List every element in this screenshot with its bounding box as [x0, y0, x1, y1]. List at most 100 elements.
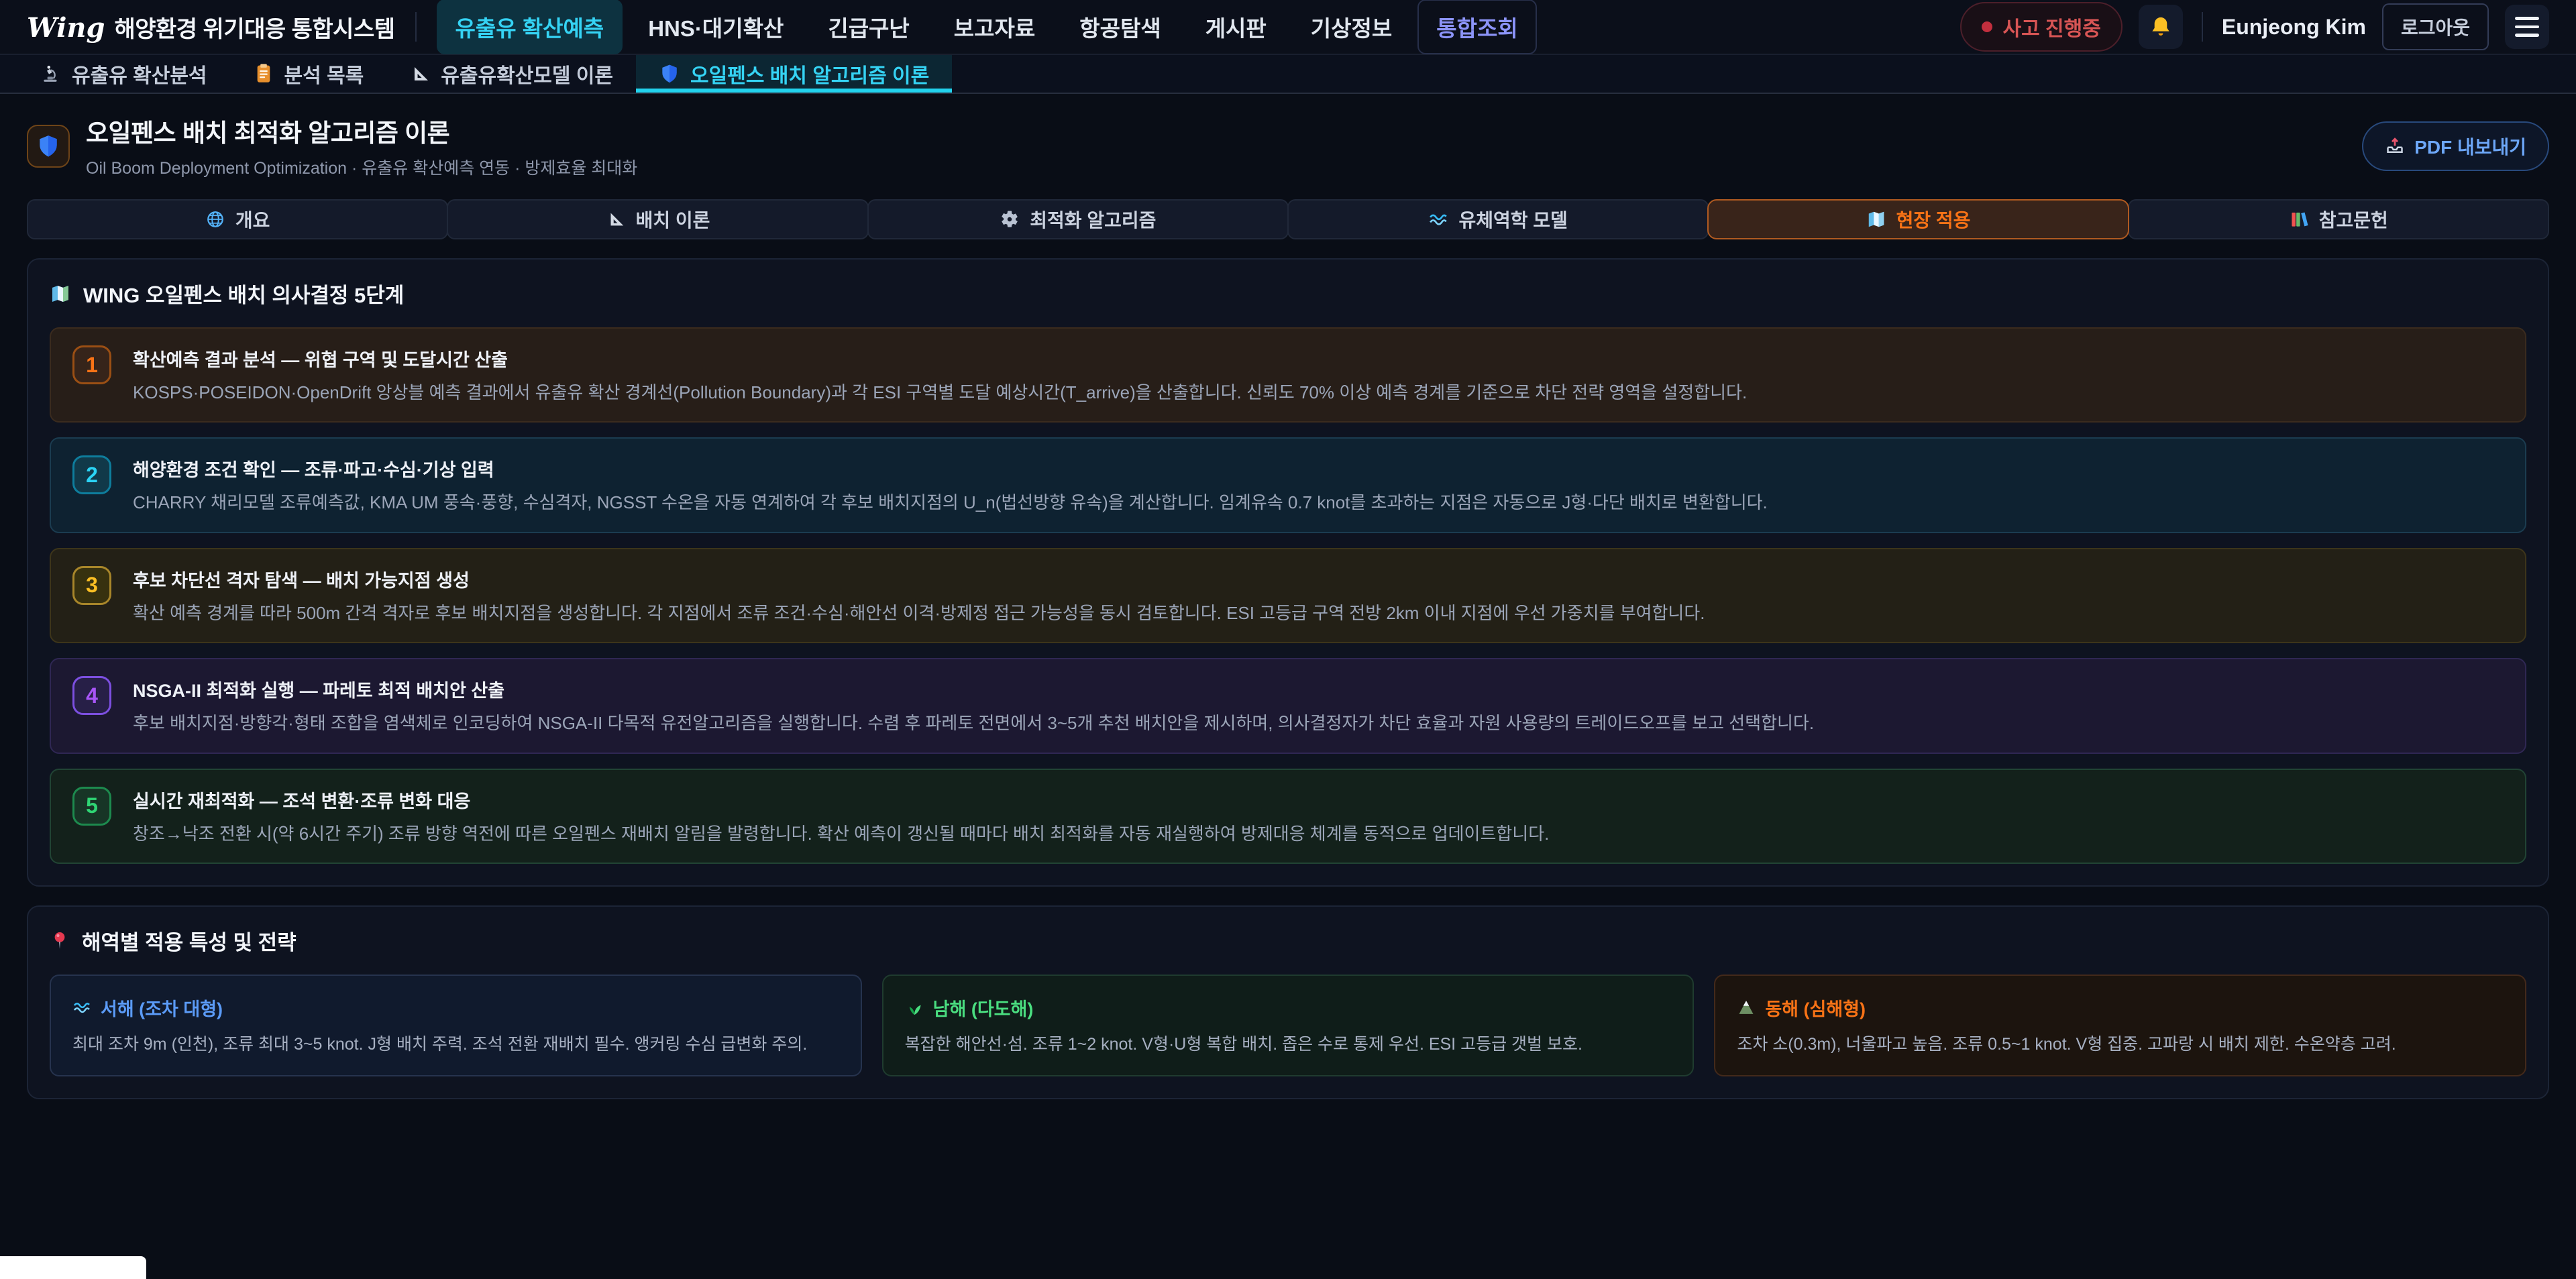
nav-item-integrated-search[interactable]: 통합조회 [1417, 0, 1536, 54]
wave-icon [72, 998, 91, 1017]
triangle-ruler-icon [606, 209, 626, 229]
gear-icon [1000, 209, 1020, 229]
nav-item-emergency-rescue[interactable]: 긴급구난 [809, 0, 928, 54]
decision-step-3: 3 후보 차단선 격자 탐색 — 배치 가능지점 생성 확산 예측 경계를 따라… [50, 548, 2526, 643]
section-tab-references[interactable]: 참고문헌 [2128, 199, 2549, 239]
triangle-ruler-icon [409, 63, 431, 85]
sub-tabstrip: 유출유 확산분석 분석 목록 유출유확산모델 이론 오일펜스 배치 알고리즘 이… [0, 55, 2576, 94]
shield-icon [36, 133, 61, 159]
region-card-east-sea: 동해 (심해형) 조차 소(0.3m), 너울파고 높음. 조류 0.5~1 k… [1714, 975, 2526, 1076]
export-icon [2385, 136, 2405, 156]
map-icon [1866, 209, 1886, 229]
browser-status-artifact [0, 1256, 146, 1279]
mountain-icon [1737, 998, 1756, 1017]
decision-step-1: 1 확산예측 결과 분석 — 위협 구역 및 도달시간 산출 KOSPS·POS… [50, 327, 2526, 423]
tab-spill-model-theory[interactable]: 유출유확산모델 이론 [386, 55, 636, 93]
region-body: 조차 소(0.3m), 너울파고 높음. 조류 0.5~1 knot. V형 집… [1737, 1033, 2504, 1056]
step-content: 해양환경 조건 확인 — 조류·파고·수심·기상 입력 CHARRY 채리모델 … [133, 455, 1768, 514]
tab-analysis-list[interactable]: 분석 목록 [230, 55, 387, 93]
tab-boom-algorithm-theory[interactable]: 오일펜스 배치 알고리즘 이론 [636, 55, 952, 93]
page-title-icon-box [27, 125, 70, 168]
microscope-icon [40, 63, 62, 85]
divider [415, 12, 417, 42]
map-icon [50, 283, 71, 304]
section-tab-deployment-theory[interactable]: 배치 이론 [447, 199, 868, 239]
step-content: 확산예측 결과 분석 — 위협 구역 및 도달시간 산출 KOSPS·POSEI… [133, 345, 1747, 404]
page-subtitle: Oil Boom Deployment Optimization · 유출유 확… [86, 155, 637, 179]
incident-status-badge[interactable]: 사고 진행중 [1960, 2, 2123, 52]
decision-steps-list: 1 확산예측 결과 분석 — 위협 구역 및 도달시간 산출 KOSPS·POS… [50, 327, 2526, 864]
tab-label: 분석 목록 [284, 59, 364, 89]
step-title: 확산예측 결과 분석 — 위협 구역 및 도달시간 산출 [133, 345, 1747, 372]
region-title-text: 남해 (다도해) [933, 995, 1034, 1021]
user-name: Eunjeong Kim [2222, 15, 2366, 40]
section-tab-label: 참고문헌 [2319, 206, 2388, 233]
decision-card-heading: WING 오일펜스 배치 의사결정 5단계 [50, 278, 2526, 309]
notifications-button[interactable] [2139, 5, 2183, 49]
app-logo[interactable]: Wing 해양환경 위기대응 통합시스템 [27, 11, 395, 44]
region-body: 최대 조차 9m (인천), 조류 최대 3~5 knot. J형 배치 주력.… [72, 1033, 839, 1056]
step-body: KOSPS·POSEIDON·OpenDrift 앙상블 예측 결과에서 유출유… [133, 380, 1747, 404]
region-body: 복잡한 해안선·섬. 조류 1~2 knot. V형·U형 복합 배치. 좁은 … [905, 1033, 1672, 1056]
decision-step-2: 2 해양환경 조건 확인 — 조류·파고·수심·기상 입력 CHARRY 채리모… [50, 437, 2526, 533]
hamburger-icon [2515, 17, 2539, 37]
bell-icon [2149, 15, 2173, 39]
section-tabs: 개요 배치 이론 최적화 알고리즘 유체역학 모델 현장 적용 [27, 199, 2549, 239]
decision-heading-text: WING 오일펜스 배치 의사결정 5단계 [83, 278, 404, 309]
system-title: 해양환경 위기대응 통합시스템 [114, 11, 394, 44]
books-icon [2289, 209, 2309, 229]
region-title: 남해 (다도해) [905, 995, 1672, 1021]
status-dot-icon [1982, 21, 1992, 32]
step-number-badge: 5 [72, 787, 111, 826]
region-title-text: 동해 (심해형) [1765, 995, 1866, 1021]
nav-item-aerial-search[interactable]: 항공탐색 [1061, 0, 1179, 54]
pdf-export-button[interactable]: PDF 내보내기 [2362, 121, 2549, 171]
navbar-right-cluster: 사고 진행중 Eunjeong Kim 로그아웃 [1960, 2, 2550, 52]
regions-card-heading: 해역별 적용 특성 및 전략 [50, 926, 2526, 956]
tab-spill-analysis[interactable]: 유출유 확산분석 [17, 55, 230, 93]
page-header: 오일펜스 배치 최적화 알고리즘 이론 Oil Boom Deployment … [0, 94, 2576, 194]
section-tab-label: 개요 [235, 206, 270, 233]
step-body: 창조→낙조 전환 시(약 6시간 주기) 조류 방향 역전에 따른 오일펜스 재… [133, 822, 1549, 846]
wave-icon [1428, 209, 1448, 229]
step-title: 후보 차단선 격자 탐색 — 배치 가능지점 생성 [133, 566, 1705, 592]
tab-label: 오일펜스 배치 알고리즘 이론 [690, 59, 929, 89]
shield-icon [659, 63, 680, 85]
regions-grid: 서해 (조차 대형) 최대 조차 9m (인천), 조류 최대 3~5 knot… [50, 975, 2526, 1076]
divider [2202, 12, 2203, 42]
nav-item-weather-info[interactable]: 기상정보 [1292, 0, 1411, 54]
section-tab-hydrodynamics-model[interactable]: 유체역학 모델 [1287, 199, 1709, 239]
clipboard-icon [253, 63, 274, 85]
nav-item-oil-spill-prediction[interactable]: 유출유 확산예측 [437, 0, 623, 54]
main-nav: 유출유 확산예측 HNS·대기확산 긴급구난 보고자료 항공탐색 게시판 기상정… [437, 0, 1537, 54]
region-title-text: 서해 (조차 대형) [101, 995, 223, 1021]
step-body: 확산 예측 경계를 따라 500m 간격 격자로 후보 배치지점을 생성합니다.… [133, 601, 1705, 625]
nav-item-reports[interactable]: 보고자료 [935, 0, 1054, 54]
step-content: NSGA-II 최적화 실행 — 파레토 최적 배치안 산출 후보 배치지점·방… [133, 676, 1814, 735]
step-title: 해양환경 조건 확인 — 조류·파고·수심·기상 입력 [133, 455, 1768, 482]
decision-steps-card: WING 오일펜스 배치 의사결정 5단계 1 확산예측 결과 분석 — 위협 … [27, 258, 2549, 887]
pdf-export-label: PDF 내보내기 [2414, 133, 2526, 160]
incident-status-label: 사고 진행중 [2003, 12, 2101, 42]
page-title: 오일펜스 배치 최적화 알고리즘 이론 [86, 113, 637, 149]
step-number-badge: 3 [72, 566, 111, 605]
section-tab-label: 배치 이론 [636, 206, 710, 233]
decision-step-5: 5 실시간 재최적화 — 조석 변환·조류 변화 대응 창조→낙조 전환 시(약… [50, 769, 2526, 864]
region-card-west-sea: 서해 (조차 대형) 최대 조차 9m (인천), 조류 최대 3~5 knot… [50, 975, 862, 1076]
step-title: NSGA-II 최적화 실행 — 파레토 최적 배치안 산출 [133, 676, 1814, 702]
section-tab-overview[interactable]: 개요 [27, 199, 448, 239]
step-content: 후보 차단선 격자 탐색 — 배치 가능지점 생성 확산 예측 경계를 따라 5… [133, 566, 1705, 625]
nav-item-board[interactable]: 게시판 [1187, 0, 1285, 54]
section-tab-optimization-algorithm[interactable]: 최적화 알고리즘 [867, 199, 1289, 239]
step-number-badge: 1 [72, 345, 111, 384]
region-title: 동해 (심해형) [1737, 995, 2504, 1021]
menu-button[interactable] [2505, 5, 2549, 49]
tab-label: 유출유확산모델 이론 [441, 59, 613, 89]
region-title: 서해 (조차 대형) [72, 995, 839, 1021]
logout-button[interactable]: 로그아웃 [2382, 3, 2489, 50]
regions-heading-text: 해역별 적용 특성 및 전략 [82, 926, 297, 956]
step-body: 후보 배치지점·방향각·형태 조합을 염색체로 인코딩하여 NSGA-II 다목… [133, 711, 1814, 735]
tab-label: 유출유 확산분석 [72, 59, 207, 89]
section-tab-field-application[interactable]: 현장 적용 [1707, 199, 2129, 239]
nav-item-hns-atmospheric[interactable]: HNS·대기확산 [629, 0, 802, 54]
